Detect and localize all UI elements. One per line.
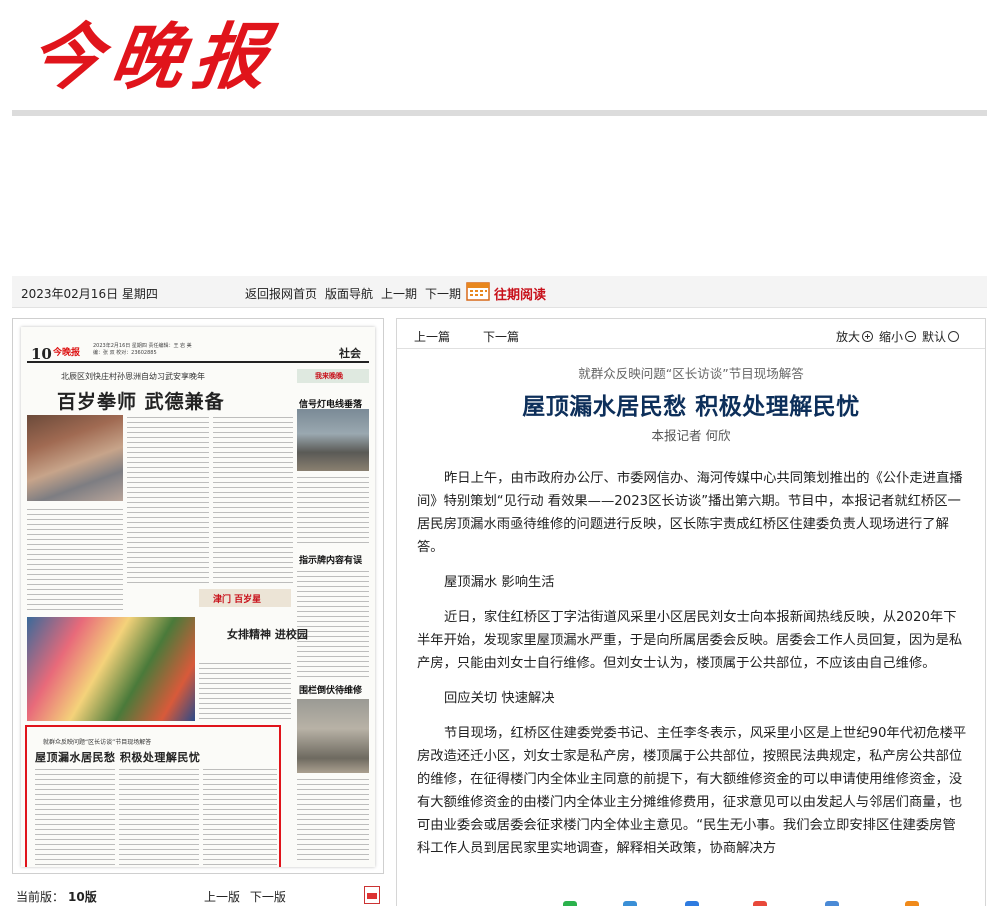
pdf-download-icon[interactable] [364,886,380,904]
layout-nav-link[interactable]: 版面导航 [325,285,373,302]
zoom-default-button[interactable]: 默认 [922,328,959,345]
archive-link[interactable]: 往期阅读 [494,284,546,303]
next-issue-link[interactable]: 下一期 [425,285,461,302]
thumb-story1-title[interactable]: 百岁拳师 武德兼备 [57,387,225,414]
thumb-highlight-subtitle: 就群众反映问题“区长访谈”节目现场解答 [43,739,152,746]
prev-article-link[interactable]: 上一篇 [414,328,450,345]
thumb-text-col [27,507,123,611]
current-page-label: 当前版： [16,890,65,904]
tencent-share-icon[interactable] [825,901,839,906]
zoom-default-icon [948,331,959,342]
thumb-text-col [203,767,277,867]
masthead: 今晚报 [0,0,993,118]
article-paragraph: 昨日上午，由市政府办公厅、市委网信办、海河传媒中心共同策划推出的《公仆走进直播间… [417,471,963,555]
zoom-in-icon [861,331,873,342]
page-nav: 上一版 下一版 [204,888,292,905]
top-nav: 返回报网首页 版面导航 上一期 下一期 [245,285,469,302]
thumb-photo-boxer [27,415,123,501]
next-article-link[interactable]: 下一篇 [483,328,519,345]
current-page-indicator: 当前版： 10版 [16,888,97,905]
zoom-out-button[interactable]: 缩小 [879,328,916,345]
article-toolbar: 上一篇 下一篇 放大 缩小 默认 [397,319,985,349]
thumb-side-tag: 我来晚晚 [297,369,369,383]
top-toolbar: 2023年02月16日 星期四 返回报网首页 版面导航 上一期 下一期 往期阅读 [12,276,987,308]
thumb-logo: 今晚报 [53,348,81,358]
more-share-icon[interactable] [905,901,919,906]
thumb-photo-volleyball [27,617,195,721]
thumb-side-head-2[interactable]: 指示牌内容有误 [299,553,362,566]
thumb-highlight-title: 屋顶漏水居民愁 积极处理解民忧 [35,751,201,764]
thumb-text-col [119,767,199,867]
page-thumbnail-panel: 10 今晚报 2023年2月16日 星期四 责任编辑：王 岩 美 编：张 双 校… [12,318,384,874]
thumb-text-col [199,661,291,721]
newspaper-logo[interactable]: 今晚报 [23,8,302,106]
article-title: 屋顶漏水居民愁 积极处理解民忧 [522,394,860,420]
calendar-icon[interactable] [464,280,492,302]
thumb-text-col [297,777,369,863]
article-body: 昨日上午，由市政府办公厅、市委网信办、海河传媒中心共同策划推出的《公仆走进直播间… [417,467,969,872]
zoom-controls: 放大 缩小 默认 [830,328,959,345]
article-paragraph: 节目现场，红桥区住建委党委书记、主任李冬表示，风采里小区是上世纪90年代初危楼平… [417,726,967,856]
qzone-share-icon[interactable] [685,901,699,906]
zoom-out-icon [904,331,916,342]
thumb-nvquan-title[interactable]: 女排精神 进校园 [227,627,308,642]
thumb-photo-fence [297,699,369,773]
section-heading: 回应关切 快速解决 [444,691,555,706]
page-thumbnail[interactable]: 10 今晚报 2023年2月16日 星期四 责任编辑：王 岩 美 编：张 双 校… [21,327,375,867]
page-root: 今晚报 2023年02月16日 星期四 返回报网首页 版面导航 上一期 下一期 … [0,0,993,906]
thumb-tianjin-tag: 津门 百岁星 [199,589,291,607]
zoom-in-button[interactable]: 放大 [836,328,873,345]
article-author: 本报记者 何欣 [651,428,731,443]
article-subtitle: 就群众反映问题“区长访谈”节目现场解答 [578,366,804,381]
thumb-photo-signal [297,409,369,471]
wechat-share-icon[interactable] [563,901,577,906]
issue-date: 2023年02月16日 星期四 [21,287,158,301]
thumb-story1-subtitle: 北辰区刘快庄村孙恩洲自幼习武安享晚年 [61,372,205,381]
thumb-side-head-3[interactable]: 围栏倒伏待维修 [299,683,362,696]
prev-issue-link[interactable]: 上一期 [381,285,417,302]
weibo-share-icon[interactable] [753,901,767,906]
thumb-text-col [35,767,115,867]
thumb-text-col [297,569,369,679]
home-link[interactable]: 返回报网首页 [245,285,317,302]
next-page-link[interactable]: 下一版 [250,890,286,904]
thumb-text-col [297,475,369,547]
thumb-rule [27,361,369,363]
section-heading: 屋顶漏水 影响生活 [444,575,555,590]
masthead-divider [12,110,987,116]
current-page-value: 10版 [68,890,97,904]
article-panel: 上一篇 下一篇 放大 缩小 默认 就群众反映问题“区长访谈”节目现场解答 屋顶漏… [396,318,986,906]
share-bar [397,895,985,906]
prev-page-link[interactable]: 上一版 [204,890,240,904]
qq-share-icon[interactable] [623,901,637,906]
article-paragraph: 近日，家住红桥区丁字沽街道风采里小区居民刘女士向本报新闻热线反映，从2020年下… [417,610,963,671]
thumb-text-col [213,415,293,585]
thumb-section: 社会 [339,347,361,360]
thumb-text-col [127,415,209,585]
thumb-meta: 2023年2月16日 星期四 责任编辑：王 岩 美 编：张 双 校对：23602… [93,343,192,356]
